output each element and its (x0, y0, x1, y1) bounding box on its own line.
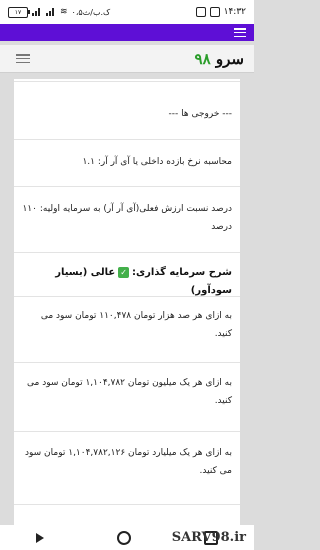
irr-line: محاسبه نرخ بازده داخلی یا آی آر آر: ۱.۱ (82, 157, 232, 167)
divider (14, 362, 240, 363)
signal-icon-2 (46, 8, 56, 16)
app-bar (0, 24, 254, 41)
battery-level: ۱۷ (14, 8, 22, 16)
divider (14, 504, 240, 505)
logo-number: ۹۸ (194, 49, 211, 68)
ratio-line: درصد نسبت ارزش فعلی(آی آر آر) به سرمایه … (22, 204, 232, 232)
app-notification-icon (209, 7, 220, 17)
results-card: --- خروجی ها --- محاسبه نرخ بازده داخلی … (14, 79, 240, 525)
divider (14, 296, 240, 297)
status-right: ۱۴:۳۲ (195, 7, 246, 17)
site-header: سرو ۹۸ (0, 45, 254, 73)
divider (14, 81, 240, 82)
notification-icon (195, 7, 206, 17)
divider (14, 186, 240, 187)
battery-icon: ۱۷ (8, 6, 30, 18)
status-bar: ۱۷ ≋ ۰،۵ک.ب/ث ۱۴:۳۲ (0, 0, 254, 24)
hamburger-menu-icon[interactable] (234, 28, 246, 37)
outputs-heading: --- خروجی ها --- (168, 109, 233, 119)
profit-line-2: به ازای هر یک میلیون تومان ۱,۱۰۴,۷۸۲ توم… (27, 378, 232, 406)
signal-icon (32, 8, 42, 16)
description-label: شرح سرمایه گذاری: (132, 267, 232, 278)
watermark: SARV98.ir (171, 530, 246, 545)
divider (14, 252, 240, 253)
status-time: ۱۴:۳۲ (223, 7, 246, 17)
site-menu-icon[interactable] (16, 54, 30, 63)
status-left: ۱۷ ≋ ۰،۵ک.ب/ث (8, 6, 111, 18)
site-logo[interactable]: سرو ۹۸ (195, 50, 244, 68)
wifi-icon: ≋ (60, 7, 68, 17)
logo-word: سرو (215, 49, 244, 68)
divider (14, 431, 240, 432)
nav-home-icon[interactable] (116, 530, 131, 545)
profit-line-3: به ازای هر یک میلیارد تومان ۱,۱۰۴,۷۸۲,۱۲… (24, 448, 232, 476)
profit-line-1: به ازای هر صد هزار تومان ۱۱۰,۴۷۸ تومان س… (40, 311, 232, 339)
nav-back-icon[interactable] (36, 532, 45, 543)
description-line: شرح سرمایه گذاری: ✓ عالی (بسیار سودآور) (22, 264, 232, 300)
divider (14, 139, 240, 140)
check-icon: ✓ (118, 267, 130, 278)
network-speed: ۰،۵ک.ب/ث (71, 7, 111, 17)
